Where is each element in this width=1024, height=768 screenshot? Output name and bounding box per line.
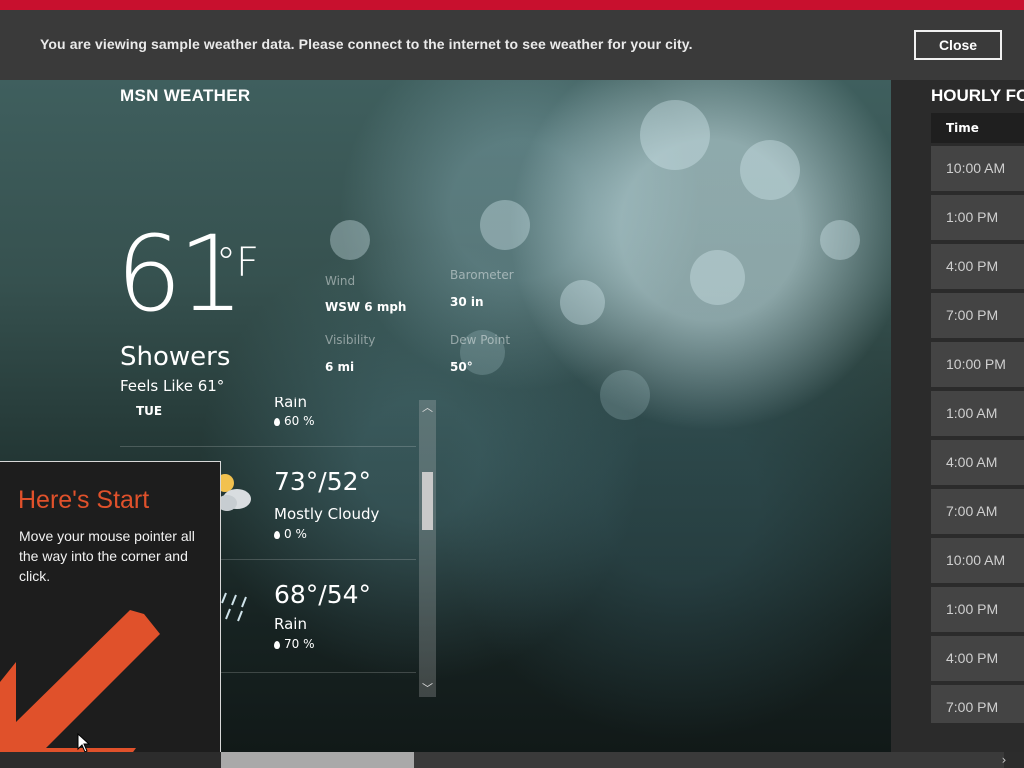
raindrop-icon bbox=[274, 418, 280, 426]
bokeh-light bbox=[480, 200, 530, 250]
barometer-value: 30 in bbox=[450, 295, 484, 309]
time-column-header: Time bbox=[946, 121, 979, 135]
hourly-row[interactable]: 1:00 PM bbox=[931, 587, 1024, 632]
wind-value: WSW 6 mph bbox=[325, 300, 407, 314]
forecast-condition: Mostly Cloudy bbox=[274, 505, 380, 523]
scroll-up-icon[interactable]: ︿ bbox=[419, 400, 436, 416]
current-condition: Showers bbox=[120, 342, 231, 372]
offline-notice-bar: You are viewing sample weather data. Ple… bbox=[0, 10, 1024, 80]
bokeh-light bbox=[690, 250, 745, 305]
hourly-row[interactable]: 1:00 AM bbox=[931, 391, 1024, 436]
feels-like: Feels Like 61° bbox=[120, 377, 225, 395]
top-accent-bar bbox=[0, 0, 1024, 10]
raindrop-icon bbox=[274, 531, 280, 539]
arrow-down-left-icon bbox=[0, 610, 160, 767]
forecast-condition: Rain bbox=[274, 615, 307, 633]
scrollbar-thumb[interactable] bbox=[221, 752, 414, 768]
forecast-precip: 0 % bbox=[274, 527, 307, 541]
forecast-temps: 68°/54° bbox=[274, 580, 372, 609]
cloudy-icon bbox=[216, 474, 251, 511]
hourly-row[interactable]: 4:00 AM bbox=[931, 440, 1024, 485]
forecast-scrollbar[interactable]: ︿ ﹀ bbox=[419, 400, 436, 697]
forecast-precip: 70 % bbox=[274, 637, 315, 651]
wind-label: Wind bbox=[325, 274, 356, 288]
tip-title: Here's Start bbox=[18, 486, 150, 514]
bokeh-light bbox=[640, 100, 710, 170]
day-label: TUE bbox=[136, 404, 163, 418]
rain-icon bbox=[221, 592, 247, 622]
barometer-label: Barometer bbox=[450, 268, 514, 282]
visibility-value: 6 mi bbox=[325, 360, 355, 374]
forecast-temps: 73°/52° bbox=[274, 467, 372, 496]
hourly-forecast-title: HOURLY FO bbox=[931, 86, 1024, 105]
hourly-row[interactable]: 7:00 PM bbox=[931, 685, 1024, 723]
raindrop-icon bbox=[274, 641, 280, 649]
bokeh-light bbox=[560, 280, 605, 325]
scroll-right-icon[interactable]: › bbox=[996, 752, 1012, 768]
tip-body: Move your mouse pointer all the way into… bbox=[19, 528, 195, 584]
hourly-row[interactable]: 10:00 AM bbox=[931, 538, 1024, 583]
hourly-row[interactable]: 10:00 AM bbox=[931, 146, 1024, 191]
hourly-row[interactable]: 4:00 PM bbox=[931, 244, 1024, 289]
visibility-label: Visibility bbox=[325, 333, 376, 347]
hourly-row[interactable]: 7:00 PM bbox=[931, 293, 1024, 338]
bokeh-light bbox=[330, 220, 370, 260]
offline-notice-text: You are viewing sample weather data. Ple… bbox=[40, 36, 693, 52]
dew-point-label: Dew Point bbox=[450, 333, 511, 347]
hourly-table-header: Time bbox=[931, 113, 1024, 143]
forecast-precip: 60 % bbox=[274, 414, 315, 428]
mouse-pointer-icon bbox=[77, 733, 91, 753]
forecast-condition: Rain bbox=[274, 397, 307, 411]
heres-start-tip: Here's Start Move your mouse pointer all… bbox=[0, 461, 221, 768]
temperature-unit: °F bbox=[216, 240, 260, 286]
bokeh-light bbox=[740, 140, 800, 200]
hourly-row[interactable]: 4:00 PM bbox=[931, 636, 1024, 681]
app-title: MSN WEATHER bbox=[120, 86, 251, 105]
scrollbar-thumb[interactable] bbox=[422, 472, 433, 530]
bokeh-light bbox=[600, 370, 650, 420]
scroll-down-icon[interactable]: ﹀ bbox=[419, 681, 436, 697]
dew-point-value: 50° bbox=[450, 360, 473, 374]
bokeh-light bbox=[820, 220, 860, 260]
hourly-row[interactable]: 10:00 PM bbox=[931, 342, 1024, 387]
close-button[interactable]: Close bbox=[914, 30, 1002, 60]
hourly-row[interactable]: 1:00 PM bbox=[931, 195, 1024, 240]
hourly-row[interactable]: 7:00 AM bbox=[931, 489, 1024, 534]
horizontal-scrollbar[interactable]: › bbox=[0, 752, 1024, 768]
